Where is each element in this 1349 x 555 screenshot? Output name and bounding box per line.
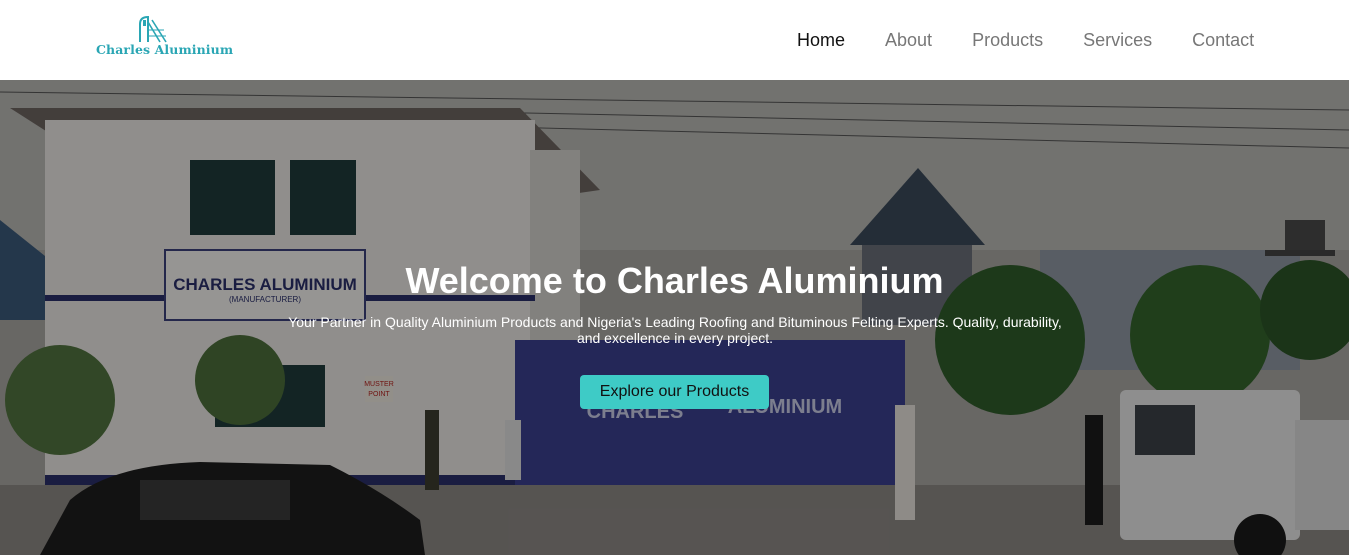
hero-section: CHARLES ALUMINIUM (MANUFACTURER) MUSTER … [0,80,1349,555]
nav-link-contact[interactable]: Contact [1192,30,1254,50]
nav-link-products[interactable]: Products [972,30,1043,50]
explore-products-button[interactable]: Explore our Products [580,375,769,409]
main-nav: Home About Products Services Contact [797,30,1294,50]
brand-name: Charles Aluminium [96,42,234,57]
brand-logo[interactable]: Charles Aluminium [96,14,233,60]
nav-link-services[interactable]: Services [1083,30,1152,50]
hero-title: Welcome to Charles Aluminium [405,260,944,301]
hero-subtitle: Your Partner in Quality Aluminium Produc… [288,314,1062,346]
nav-link-home[interactable]: Home [797,30,845,50]
nav-link-about[interactable]: About [885,30,932,50]
building-logo-icon [139,15,167,43]
site-header: Charles Aluminium Home About Products Se… [0,0,1349,80]
